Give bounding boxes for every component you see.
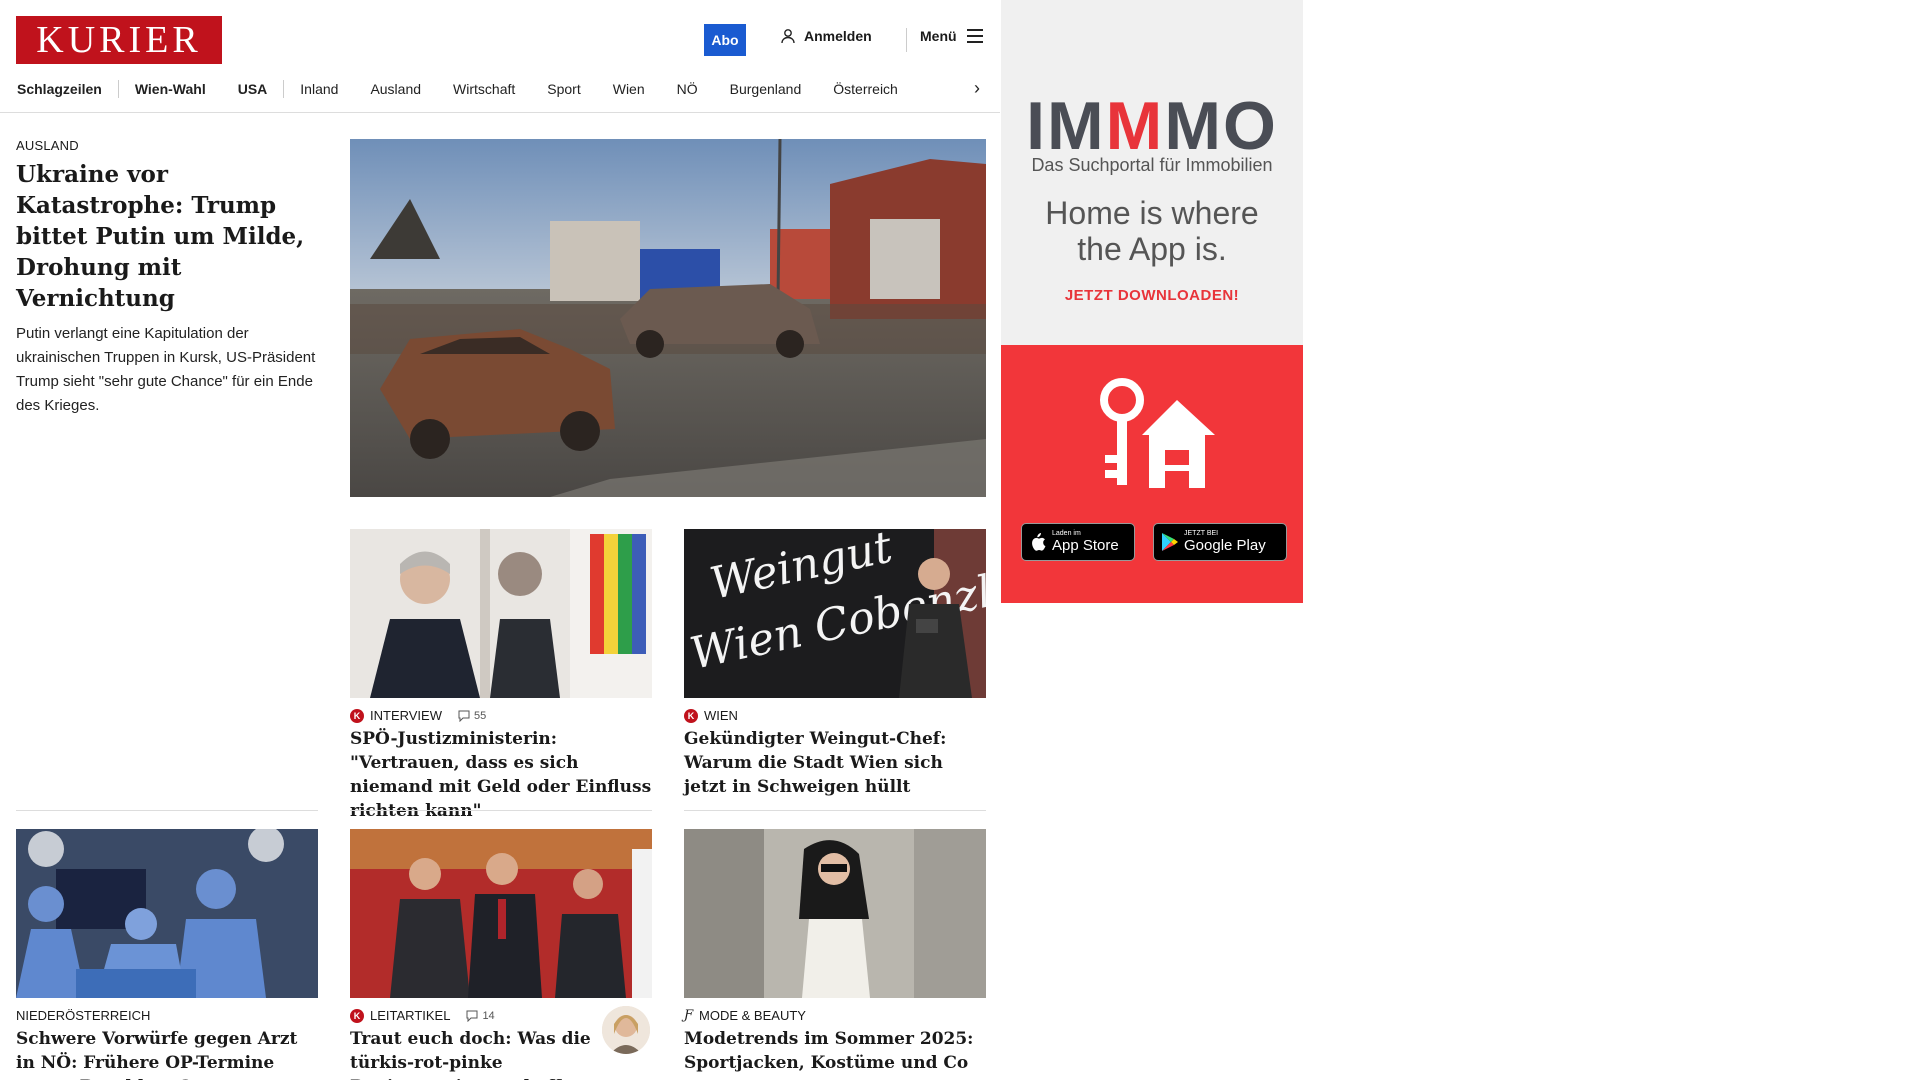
article-image[interactable]: [350, 529, 652, 698]
government-photo: [350, 829, 652, 998]
divider: [350, 810, 652, 811]
brand-part: IM: [1026, 88, 1106, 164]
lead-category[interactable]: AUSLAND: [16, 138, 326, 153]
lead-title[interactable]: Ukraine vor Katastrophe: Trump bittet Pu…: [16, 159, 326, 314]
article-category[interactable]: NIEDERÖSTERREICH: [16, 1008, 150, 1023]
app-store-label: Laden im App Store: [1052, 530, 1119, 554]
nav-item-ausland[interactable]: Ausland: [354, 81, 437, 97]
login-button[interactable]: Anmelden: [780, 28, 872, 44]
article-card-weingut[interactable]: Weingut Wien Cobenzl K WIEN Gekündigter …: [684, 529, 986, 799]
article-image[interactable]: [684, 829, 986, 998]
comment-count[interactable]: 55: [458, 710, 486, 722]
article-title[interactable]: Traut euch doch: Was die türkis-rot-pink…: [350, 1027, 600, 1080]
article-image[interactable]: [350, 829, 652, 998]
nav-item-oesterreich[interactable]: Österreich: [817, 81, 914, 97]
nav-item-usa[interactable]: USA: [222, 81, 284, 97]
hamburger-icon: [966, 29, 983, 43]
brand-part: M: [1105, 88, 1165, 164]
lead-image[interactable]: [350, 139, 986, 497]
google-play-label: JETZT BEI Google Play: [1184, 530, 1266, 554]
google-play-icon: [1162, 533, 1178, 551]
immmo-advertisement[interactable]: IMMMO Das Suchportal für Immobilien Home…: [1001, 0, 1303, 603]
kurier-logo[interactable]: KURIER: [16, 16, 222, 64]
abo-button[interactable]: Abo: [704, 24, 746, 56]
menu-button[interactable]: Menü: [920, 28, 983, 44]
kurier-k-icon: K: [350, 708, 364, 723]
minister-photo: [350, 529, 652, 698]
war-ruins-photo: [350, 139, 986, 497]
weingut-photo: Weingut Wien Cobenzl: [684, 529, 986, 698]
fashion-photo: [684, 829, 986, 998]
lead-teaser: Putin verlangt eine Kapitulation der ukr…: [16, 325, 316, 414]
category-nav: Schlagzeilen Wien-Wahl USA Inland Auslan…: [16, 78, 986, 100]
ad-top-panel: IMMMO Das Suchportal für Immobilien Home…: [1001, 0, 1303, 345]
kurier-k-icon: K: [350, 1008, 364, 1023]
article-category[interactable]: INTERVIEW: [370, 708, 442, 723]
article-meta: K WIEN: [684, 708, 986, 723]
article-title[interactable]: Modetrends im Sommer 2025: Sportjacken, …: [684, 1027, 986, 1075]
ad-download-link[interactable]: JETZT DOWNLOADEN!: [1001, 287, 1303, 304]
nav-item-burgenland[interactable]: Burgenland: [714, 81, 818, 97]
lead-story[interactable]: AUSLAND Ukraine vor Katastrophe: Trump b…: [16, 138, 326, 418]
nav-divider: [0, 112, 1000, 113]
article-image[interactable]: Weingut Wien Cobenzl: [684, 529, 986, 698]
article-title[interactable]: Gekündigter Weingut-Chef: Warum die Stad…: [684, 727, 986, 799]
article-card-justiz[interactable]: K INTERVIEW 55 SPÖ-Justizministerin: "Ve…: [350, 529, 652, 823]
ad-subtitle: Das Suchportal für Immobilien: [1031, 155, 1273, 175]
fashion-icon: ƒ: [684, 1008, 694, 1023]
chevron-right-icon[interactable]: ›: [974, 78, 980, 99]
article-category[interactable]: MODE & BEAUTY: [699, 1008, 806, 1023]
article-meta: ƒ MODE & BEAUTY: [684, 1008, 986, 1023]
menu-label: Menü: [920, 28, 957, 44]
brand-part: MO: [1164, 88, 1278, 164]
article-meta: K INTERVIEW 55: [350, 708, 652, 723]
article-category[interactable]: WIEN: [704, 708, 738, 723]
ad-bottom-panel: Laden im App Store JETZT BEI Google Play: [1001, 345, 1303, 603]
article-title[interactable]: SPÖ-Justizministerin: "Vertrauen, dass e…: [350, 727, 652, 823]
google-play-button[interactable]: JETZT BEI Google Play: [1153, 523, 1287, 561]
immmo-logo: IMMMO: [1001, 92, 1303, 160]
google-play-big: Google Play: [1184, 537, 1266, 554]
divider: [16, 810, 318, 811]
article-card-mode[interactable]: ƒ MODE & BEAUTY Modetrends im Sommer 202…: [684, 829, 986, 1075]
comment-icon: [466, 1010, 478, 1022]
comment-count-value: 14: [482, 1009, 495, 1022]
article-category[interactable]: LEITARTIKEL: [370, 1008, 450, 1023]
user-icon: [781, 29, 795, 44]
article-meta: NIEDERÖSTERREICH: [16, 1008, 318, 1023]
logo-text: KURIER: [36, 19, 202, 61]
nav-item-schlagzeilen[interactable]: Schlagzeilen: [16, 81, 118, 97]
app-store-big: App Store: [1052, 537, 1119, 554]
article-image[interactable]: [16, 829, 318, 998]
author-photo: [602, 1006, 650, 1054]
nav-item-wien[interactable]: Wien: [597, 81, 661, 97]
author-avatar[interactable]: [602, 1006, 650, 1054]
comment-icon: [458, 710, 470, 722]
surgery-photo: [16, 829, 318, 998]
app-store-button[interactable]: Laden im App Store: [1021, 523, 1135, 561]
nav-item-sport[interactable]: Sport: [531, 81, 596, 97]
comment-count-value: 55: [474, 709, 487, 722]
nav-item-inland[interactable]: Inland: [284, 81, 354, 97]
nav-item-noe[interactable]: NÖ: [661, 81, 714, 97]
login-label: Anmelden: [804, 28, 872, 44]
apple-icon: [1032, 533, 1046, 551]
ad-slogan: Home is where the App is.: [1045, 195, 1259, 267]
kurier-k-icon: K: [684, 708, 698, 723]
divider: [684, 810, 986, 811]
nav-item-wirtschaft[interactable]: Wirtschaft: [437, 81, 531, 97]
header-divider: [906, 28, 907, 52]
key-house-icon: [1100, 378, 1215, 488]
comment-count[interactable]: 14: [466, 1009, 495, 1022]
article-card-arzt[interactable]: NIEDERÖSTERREICH Schwere Vorwürfe gegen …: [16, 829, 318, 1080]
article-title[interactable]: Schwere Vorwürfe gegen Arzt in NÖ: Frühe…: [16, 1027, 318, 1080]
nav-item-wien-wahl[interactable]: Wien-Wahl: [119, 81, 222, 97]
